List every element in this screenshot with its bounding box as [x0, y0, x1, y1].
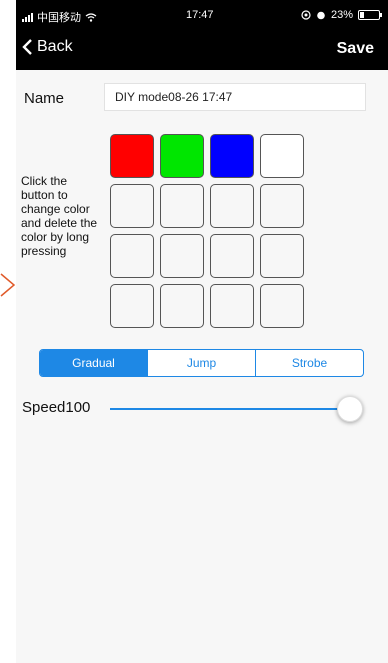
back-label: Back: [37, 38, 73, 55]
name-input[interactable]: [104, 83, 366, 111]
color-cell[interactable]: [210, 184, 254, 228]
status-left: 中国移动: [22, 9, 97, 25]
color-cell[interactable]: [260, 284, 304, 328]
app-screen: 中国移动 17:47 23% Back Save Name DIY mode08…: [16, 0, 388, 663]
color-cell[interactable]: [260, 184, 304, 228]
color-grid: [110, 134, 306, 328]
speed-label: Speed100: [22, 399, 91, 416]
mode-tabs: Gradual Jump Strobe: [39, 349, 364, 377]
back-button[interactable]: Back: [22, 38, 73, 56]
battery-percent: 23%: [330, 9, 353, 21]
carrier-label: 中国移动: [37, 12, 81, 24]
color-cell[interactable]: [210, 234, 254, 278]
color-cell[interactable]: [210, 134, 254, 178]
chevron-right-icon: [0, 273, 16, 297]
tab-strobe[interactable]: Strobe: [255, 350, 363, 376]
save-button[interactable]: Save: [337, 40, 374, 58]
color-cell[interactable]: [110, 284, 154, 328]
slider-track: [110, 408, 350, 410]
color-cell[interactable]: [160, 184, 204, 228]
name-label: Name: [24, 90, 65, 107]
color-cell[interactable]: [160, 234, 204, 278]
color-cell[interactable]: [260, 134, 304, 178]
hint-text: Click the button to change color and del…: [21, 174, 98, 258]
status-right: 23%: [301, 9, 382, 21]
rotation-lock-icon: [301, 10, 311, 20]
nav-bar: Back Save: [16, 30, 388, 70]
color-cell[interactable]: [160, 284, 204, 328]
speed-slider[interactable]: [110, 395, 364, 423]
color-cell[interactable]: [110, 134, 154, 178]
color-cell[interactable]: [260, 234, 304, 278]
tab-gradual[interactable]: Gradual: [40, 350, 147, 376]
color-cell[interactable]: [110, 234, 154, 278]
chevron-left-icon: [22, 39, 32, 55]
signal-icon: [22, 12, 33, 22]
tab-jump[interactable]: Jump: [147, 350, 255, 376]
clock: 17:47: [186, 9, 214, 21]
wifi-icon: [85, 12, 97, 22]
status-bar: 中国移动 17:47 23%: [16, 0, 388, 30]
alarm-icon: [317, 11, 325, 20]
slider-thumb[interactable]: [337, 396, 363, 422]
color-cell[interactable]: [210, 284, 254, 328]
battery-icon: [358, 10, 382, 20]
color-cell[interactable]: [160, 134, 204, 178]
color-cell[interactable]: [110, 184, 154, 228]
